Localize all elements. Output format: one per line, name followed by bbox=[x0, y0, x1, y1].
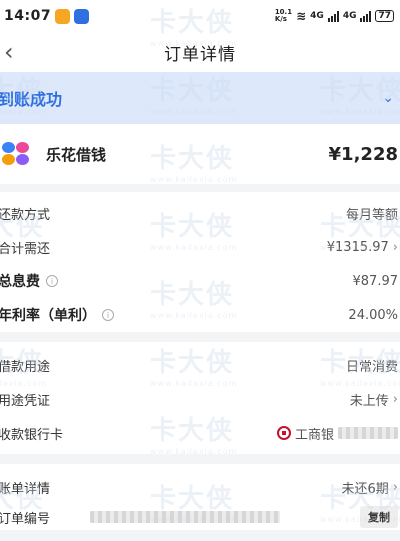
wifi-icon: ≋ bbox=[296, 9, 307, 23]
signal-2-label: 4G bbox=[342, 11, 357, 21]
loan-purpose-row: 借款用途 日常消费 bbox=[0, 348, 400, 382]
bill-detail-label: 账单详情 bbox=[0, 481, 51, 497]
purpose-proof-value: 未上传 bbox=[349, 393, 389, 409]
chevron-down-icon[interactable]: ⌄ bbox=[382, 90, 394, 106]
product-name: 乐花借钱 bbox=[46, 145, 107, 164]
chevron-right-icon: › bbox=[392, 479, 398, 495]
order-status-banner[interactable]: 到账成功 ⌄ bbox=[0, 72, 400, 124]
purpose-proof-label: 用途凭证 bbox=[0, 393, 51, 409]
repayment-method-row: 还款方式 每月等额 bbox=[0, 196, 400, 230]
back-icon[interactable]: ‹ bbox=[4, 38, 14, 66]
battery-icon: 77 bbox=[375, 10, 394, 22]
product-card: 乐花借钱 ¥1,228 bbox=[0, 124, 400, 192]
receiving-bank-label: 收款银行卡 bbox=[0, 427, 64, 443]
app-notification-icon bbox=[55, 8, 71, 24]
icbc-logo-icon bbox=[276, 426, 291, 440]
info-icon[interactable]: i bbox=[102, 309, 114, 321]
total-due-label: 合计需还 bbox=[0, 241, 51, 257]
bill-section: 账单详情 未还6期 › 订单编号 复制 bbox=[0, 464, 400, 530]
total-due-value: ¥1315.97 bbox=[326, 239, 389, 255]
bill-detail-value-group: 未还6期 › bbox=[342, 478, 398, 497]
signal-bars-icon bbox=[327, 10, 339, 22]
repayment-method-label: 还款方式 bbox=[0, 207, 51, 223]
repayment-section: 还款方式 每月等额 合计需还 ¥1315.97 › 总息费 i ¥87.97 年… bbox=[0, 192, 400, 332]
status-bar: 14:07 10.1 K/s ≋ 4G 4G 77 bbox=[0, 0, 400, 32]
copy-button-wrap: 复制 bbox=[360, 506, 398, 528]
chevron-right-icon: › bbox=[392, 239, 398, 255]
repayment-method-value: 每月等额 bbox=[345, 207, 398, 223]
signal-bars-icon bbox=[360, 10, 372, 22]
masked-card-number bbox=[338, 427, 398, 439]
product-logo-icon bbox=[2, 142, 30, 166]
info-icon[interactable]: i bbox=[46, 275, 58, 287]
total-due-value-group: ¥1315.97 › bbox=[327, 240, 398, 255]
loan-amount: ¥1,228 bbox=[328, 143, 398, 165]
nav-bar: ‹ 订单详情 bbox=[0, 32, 400, 72]
loan-purpose-value: 日常消费 bbox=[345, 359, 398, 375]
loan-info-section: 借款用途 日常消费 用途凭证 未上传 › 收款银行卡 工商银 bbox=[0, 342, 400, 454]
total-interest-value: ¥87.97 bbox=[352, 273, 399, 289]
order-status-text: 到账成功 bbox=[0, 90, 63, 109]
receiving-bank-value-group: 工商银 bbox=[276, 424, 398, 443]
bill-detail-value: 未还6期 bbox=[341, 481, 389, 497]
order-number-row: 订单编号 复制 bbox=[0, 504, 400, 530]
app-notification-icon bbox=[74, 8, 90, 24]
receiving-bank-row: 收款银行卡 工商银 bbox=[0, 416, 400, 450]
purpose-proof-row[interactable]: 用途凭证 未上传 › bbox=[0, 382, 400, 416]
masked-order-number bbox=[90, 511, 281, 523]
total-interest-row: 总息费 i ¥87.97 bbox=[0, 264, 400, 298]
annual-rate-value: 24.00% bbox=[348, 307, 398, 323]
loan-purpose-label: 借款用途 bbox=[0, 359, 51, 375]
purpose-proof-value-group: 未上传 › bbox=[350, 390, 398, 409]
net-speed: 10.1 K/s bbox=[274, 8, 293, 23]
copy-button[interactable]: 复制 bbox=[360, 506, 398, 528]
chevron-right-icon: › bbox=[392, 391, 398, 407]
total-due-row[interactable]: 合计需还 ¥1315.97 › bbox=[0, 230, 400, 264]
bank-name: 工商银 bbox=[294, 427, 334, 443]
annual-rate-label: 年利率（单利） bbox=[0, 308, 96, 324]
signal-1-label: 4G bbox=[310, 11, 324, 21]
order-number-label: 订单编号 bbox=[0, 511, 51, 527]
annual-rate-row: 年利率（单利） i 24.00% bbox=[0, 298, 400, 332]
status-indicators: 10.1 K/s ≋ 4G 4G 77 bbox=[275, 9, 394, 23]
status-time: 14:07 bbox=[4, 8, 52, 24]
total-interest-label: 总息费 bbox=[0, 274, 40, 290]
page-title: 订单详情 bbox=[164, 44, 236, 65]
bill-detail-row[interactable]: 账单详情 未还6期 › bbox=[0, 470, 400, 504]
